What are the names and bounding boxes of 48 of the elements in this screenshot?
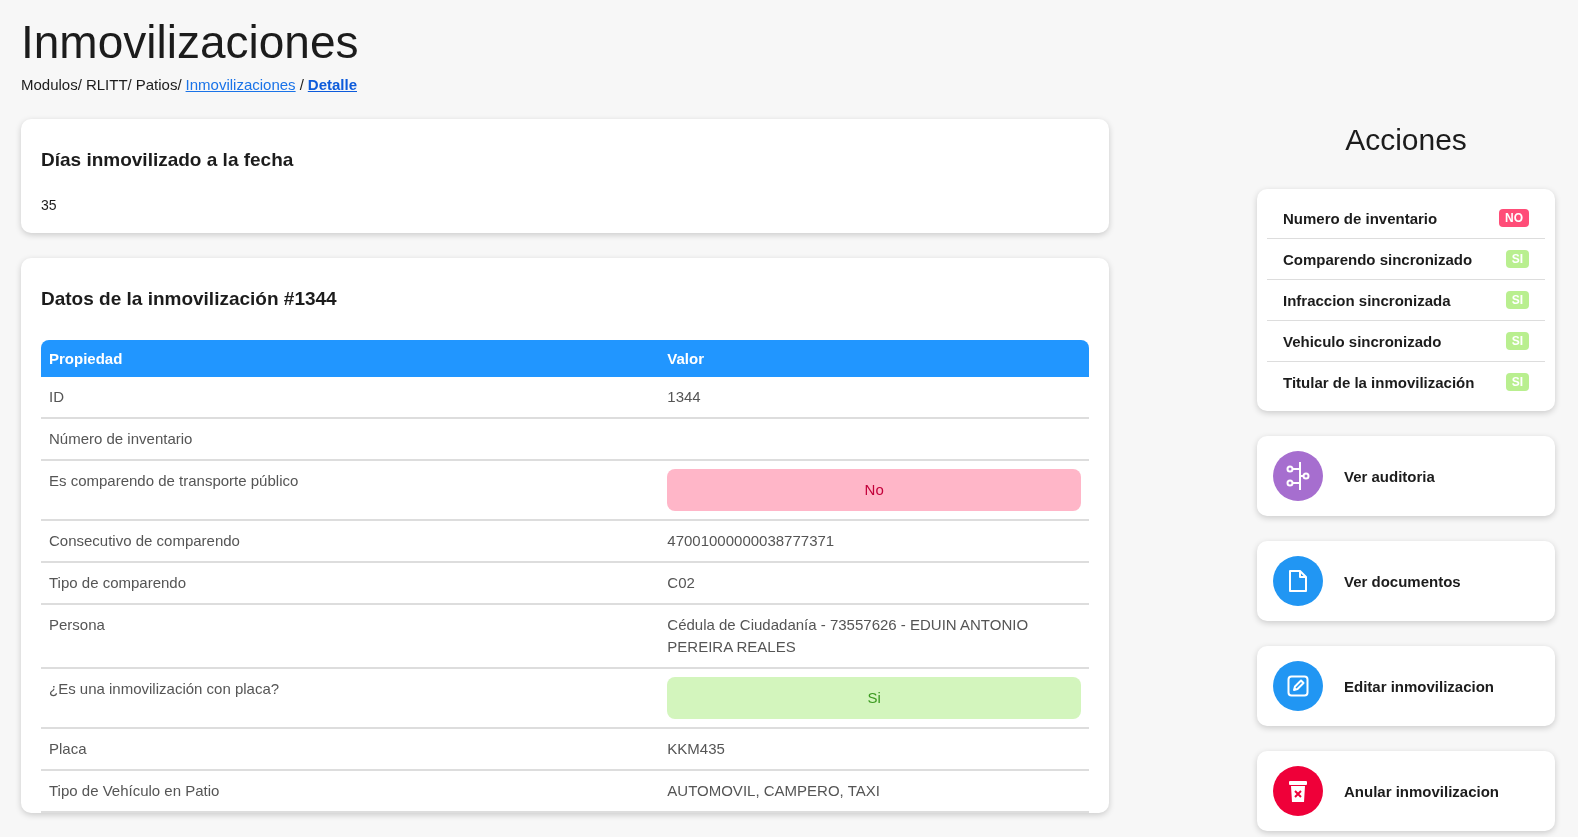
action-card[interactable]: Ver documentos (1257, 541, 1555, 621)
table-cell: ¿Es una inmovilización con placa? (41, 668, 660, 728)
actions-title: Acciones (1344, 122, 1468, 158)
edit-icon (1287, 675, 1309, 697)
status-badge: SI (1505, 291, 1529, 309)
breadcrumb-link[interactable]: Detalle (307, 76, 357, 93)
table-cell: C02 (659, 562, 1089, 604)
status-badge: SI (1505, 332, 1529, 350)
table-cell: Número de inventario (41, 418, 660, 460)
table-cell: Tipo de Vehículo en Patio (41, 770, 660, 812)
table-cell: Persona (41, 604, 660, 668)
card-title: Días inmovilizado a la fecha (41, 149, 295, 171)
table-cell: Cédula de Ciudadanía - 73557626 - EDUIN ANTONIO PEREIRA REALES (659, 604, 1089, 668)
status-pill: No (667, 469, 1081, 511)
check-label: Titular de la inmovilización (1283, 373, 1475, 391)
page-title: Inmovilizaciones (21, 15, 360, 70)
table-cell: 1344 (659, 377, 1089, 418)
action-card[interactable]: Anular inmovilizacion (1257, 751, 1555, 831)
status-badge: NO (1499, 209, 1529, 227)
trash-icon (1288, 779, 1308, 803)
check-label: Vehiculo sincronizado (1283, 332, 1442, 350)
breadcrumb-link[interactable]: Inmovilizaciones (185, 76, 296, 93)
action-card[interactable]: Editar inmovilizacion (1257, 646, 1555, 726)
days-value: 35 (41, 197, 58, 213)
check-label: Numero de inventario (1283, 209, 1438, 227)
status-pill: Si (667, 677, 1081, 719)
breadcrumb-text: Modulos/ (21, 76, 82, 93)
action-card[interactable]: Ver auditoria (1257, 436, 1555, 516)
column-header: Propiedad (41, 340, 660, 377)
table-cell: 47001000000038777371 (659, 520, 1089, 562)
check-label: Comparendo sincronizado (1283, 250, 1473, 268)
table-cell: Tipo de comparendo (41, 562, 660, 604)
table-cell: KKM435 (659, 728, 1089, 770)
table-cell: Placa (41, 728, 660, 770)
document-icon (1288, 569, 1308, 593)
table-cell: Consecutivo de comparendo (41, 520, 660, 562)
breadcrumb-text: / (299, 76, 304, 93)
breadcrumb-text: Patios/ (135, 76, 182, 93)
column-header: Valor (659, 340, 1089, 377)
table-cell: AUTOMOVIL, CAMPERO, TAXI (659, 770, 1089, 812)
table-cell: Es comparendo de transporte público (41, 460, 660, 520)
timeline-icon (1286, 461, 1310, 491)
check-label: Infraccion sincronizada (1283, 291, 1451, 309)
status-badge: SI (1505, 373, 1529, 391)
breadcrumb-text: RLITT/ (85, 76, 132, 93)
status-badge: SI (1505, 250, 1529, 268)
card-title: Datos de la inmovilización #1344 (41, 288, 338, 310)
table-cell: ID (41, 377, 660, 418)
